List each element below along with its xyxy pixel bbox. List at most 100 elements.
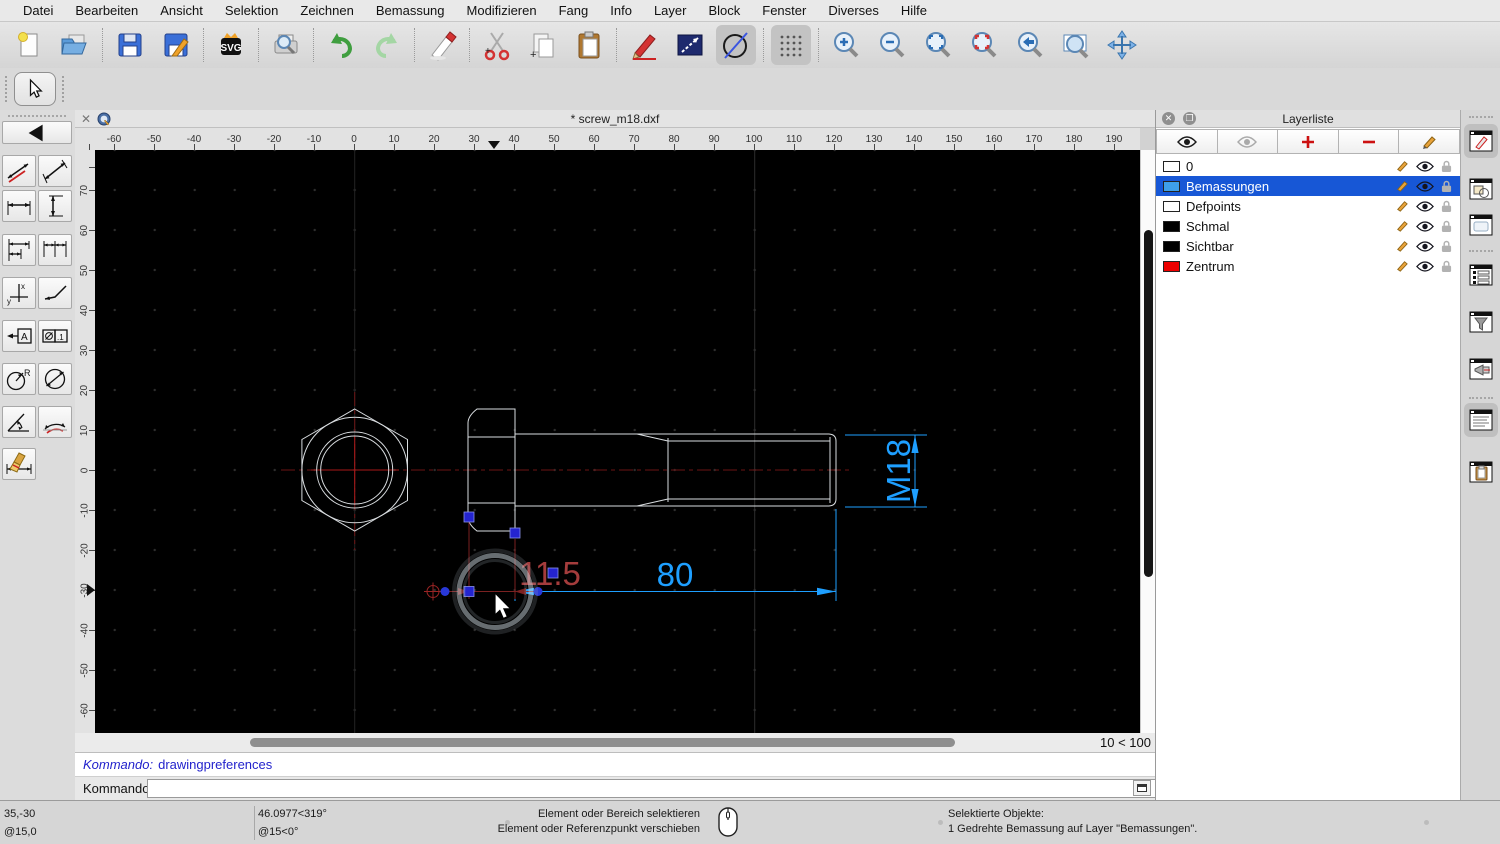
command-input[interactable] bbox=[147, 779, 1199, 798]
menu-item[interactable]: Fenster bbox=[751, 3, 817, 18]
cut-button[interactable]: + bbox=[477, 25, 517, 65]
redo-button[interactable] bbox=[367, 25, 407, 65]
menu-item[interactable]: Block bbox=[697, 3, 751, 18]
dim-arc-button[interactable] bbox=[38, 406, 72, 438]
selection-tool-button[interactable] bbox=[14, 72, 56, 106]
layer-row[interactable]: Bemassungen bbox=[1156, 176, 1460, 196]
layer-edit-icon[interactable] bbox=[1395, 160, 1409, 172]
line-tool-button[interactable] bbox=[670, 25, 710, 65]
dimension-text-m18[interactable]: M18 bbox=[880, 439, 917, 503]
dim-horizontal-button[interactable] bbox=[2, 190, 36, 222]
vertical-scrollbar-thumb[interactable] bbox=[1144, 230, 1153, 577]
draw-pencil-button[interactable] bbox=[624, 25, 664, 65]
open-file-button[interactable] bbox=[55, 25, 95, 65]
dim-label-button[interactable]: A bbox=[2, 320, 36, 352]
dock-handle[interactable] bbox=[1469, 116, 1493, 118]
layer-visibility-icon[interactable] bbox=[1416, 240, 1434, 252]
undo-button[interactable] bbox=[321, 25, 361, 65]
layer-visibility-icon[interactable] bbox=[1416, 180, 1434, 192]
layer-row[interactable]: Zentrum bbox=[1156, 256, 1460, 276]
dimension-text-80[interactable]: 80 bbox=[657, 556, 694, 593]
layer-visibility-icon[interactable] bbox=[1416, 200, 1434, 212]
svg-export-button[interactable]: SVG bbox=[211, 25, 251, 65]
horizontal-scrollbar[interactable]: 10 < 100 bbox=[75, 733, 1155, 752]
menu-item[interactable]: Fang bbox=[548, 3, 600, 18]
toolbar-handle[interactable] bbox=[5, 76, 7, 102]
menu-item[interactable]: Datei bbox=[12, 3, 64, 18]
layer-edit-icon[interactable] bbox=[1395, 220, 1409, 232]
dim-tolerance-button[interactable]: .1 bbox=[38, 320, 72, 352]
layer-lock-icon[interactable] bbox=[1441, 240, 1452, 253]
dim-continue-button[interactable] bbox=[38, 234, 72, 266]
save-as-button[interactable] bbox=[156, 25, 196, 65]
menu-item[interactable]: Ansicht bbox=[149, 3, 214, 18]
dim-angular-button[interactable] bbox=[2, 406, 36, 438]
dim-vertical-button[interactable] bbox=[38, 190, 72, 222]
dimension-m18[interactable]: M18 bbox=[845, 434, 927, 508]
command-line-toggle[interactable] bbox=[1464, 352, 1498, 386]
horizontal-scrollbar-thumb[interactable] bbox=[250, 738, 955, 747]
menu-item[interactable]: Diverses bbox=[817, 3, 890, 18]
layer-lock-icon[interactable] bbox=[1441, 180, 1452, 193]
zoom-out-button[interactable] bbox=[872, 25, 912, 65]
layer-lock-icon[interactable] bbox=[1441, 220, 1452, 233]
clipboard-panel-toggle[interactable] bbox=[1464, 455, 1498, 489]
dim-radial-button[interactable]: R bbox=[2, 363, 36, 395]
dim-diametric-button[interactable] bbox=[38, 363, 72, 395]
pan-button[interactable] bbox=[1102, 25, 1142, 65]
layer-row[interactable]: 0 bbox=[1156, 156, 1460, 176]
new-file-button[interactable] bbox=[9, 25, 49, 65]
dim-leader-button[interactable] bbox=[38, 277, 72, 309]
menu-item[interactable]: Selektion bbox=[214, 3, 289, 18]
toolbar-handle[interactable] bbox=[62, 76, 64, 102]
layer-visibility-icon[interactable] bbox=[1416, 220, 1434, 232]
layer-list-toggle[interactable] bbox=[1464, 258, 1498, 292]
show-all-layers-button[interactable] bbox=[1156, 129, 1218, 154]
previous-view-button[interactable] bbox=[1010, 25, 1050, 65]
paste-button[interactable] bbox=[569, 25, 609, 65]
circle-tool-button[interactable] bbox=[716, 25, 756, 65]
grid-toggle-button[interactable] bbox=[771, 25, 811, 65]
dim-ordinate-button[interactable]: xy bbox=[2, 277, 36, 309]
layer-edit-icon[interactable] bbox=[1395, 200, 1409, 212]
layer-visibility-icon[interactable] bbox=[1416, 160, 1434, 172]
view-list-toggle[interactable] bbox=[1464, 208, 1498, 242]
menu-item[interactable]: Bemassung bbox=[365, 3, 456, 18]
layer-row[interactable]: Schmal bbox=[1156, 216, 1460, 236]
layer-visibility-icon[interactable] bbox=[1416, 260, 1434, 272]
layer-edit-icon[interactable] bbox=[1395, 180, 1409, 192]
selection-filter-toggle[interactable] bbox=[1464, 305, 1498, 339]
remove-layer-button[interactable] bbox=[1338, 129, 1400, 154]
layer-row[interactable]: Defpoints bbox=[1156, 196, 1460, 216]
drawing-canvas[interactable]: 80 M18 bbox=[95, 150, 1140, 733]
layer-row[interactable]: Sichtbar bbox=[1156, 236, 1460, 256]
layer-lock-icon[interactable] bbox=[1441, 200, 1452, 213]
zoom-window-button[interactable] bbox=[1056, 25, 1096, 65]
property-editor-toggle[interactable] bbox=[1464, 124, 1498, 158]
info-panel-toggle[interactable] bbox=[1464, 403, 1498, 437]
print-preview-button[interactable] bbox=[266, 25, 306, 65]
panel-handle[interactable] bbox=[8, 115, 66, 117]
menu-item[interactable]: Info bbox=[599, 3, 643, 18]
save-button[interactable] bbox=[110, 25, 150, 65]
dim-cleanup-button[interactable] bbox=[2, 448, 36, 480]
layer-lock-icon[interactable] bbox=[1441, 260, 1452, 273]
zoom-selection-button[interactable] bbox=[964, 25, 1004, 65]
auto-zoom-button[interactable] bbox=[918, 25, 958, 65]
add-layer-button[interactable] bbox=[1278, 129, 1339, 154]
dim-baseline-button[interactable] bbox=[2, 234, 36, 266]
dim-aligned-button[interactable] bbox=[2, 155, 36, 187]
vertical-scrollbar[interactable] bbox=[1140, 150, 1155, 733]
command-expand-button[interactable] bbox=[1133, 780, 1151, 796]
block-list-toggle[interactable] bbox=[1464, 172, 1498, 206]
menu-item[interactable]: Hilfe bbox=[890, 3, 938, 18]
dim-rotated-button[interactable] bbox=[38, 155, 72, 187]
back-button[interactable] bbox=[2, 121, 72, 144]
layer-edit-icon[interactable] bbox=[1395, 240, 1409, 252]
delete-button[interactable] bbox=[422, 25, 462, 65]
layer-edit-icon[interactable] bbox=[1395, 260, 1409, 272]
layer-lock-icon[interactable] bbox=[1441, 160, 1452, 173]
edit-layer-button[interactable] bbox=[1399, 129, 1460, 154]
zoom-in-button[interactable] bbox=[826, 25, 866, 65]
hide-all-layers-button[interactable] bbox=[1217, 129, 1279, 154]
